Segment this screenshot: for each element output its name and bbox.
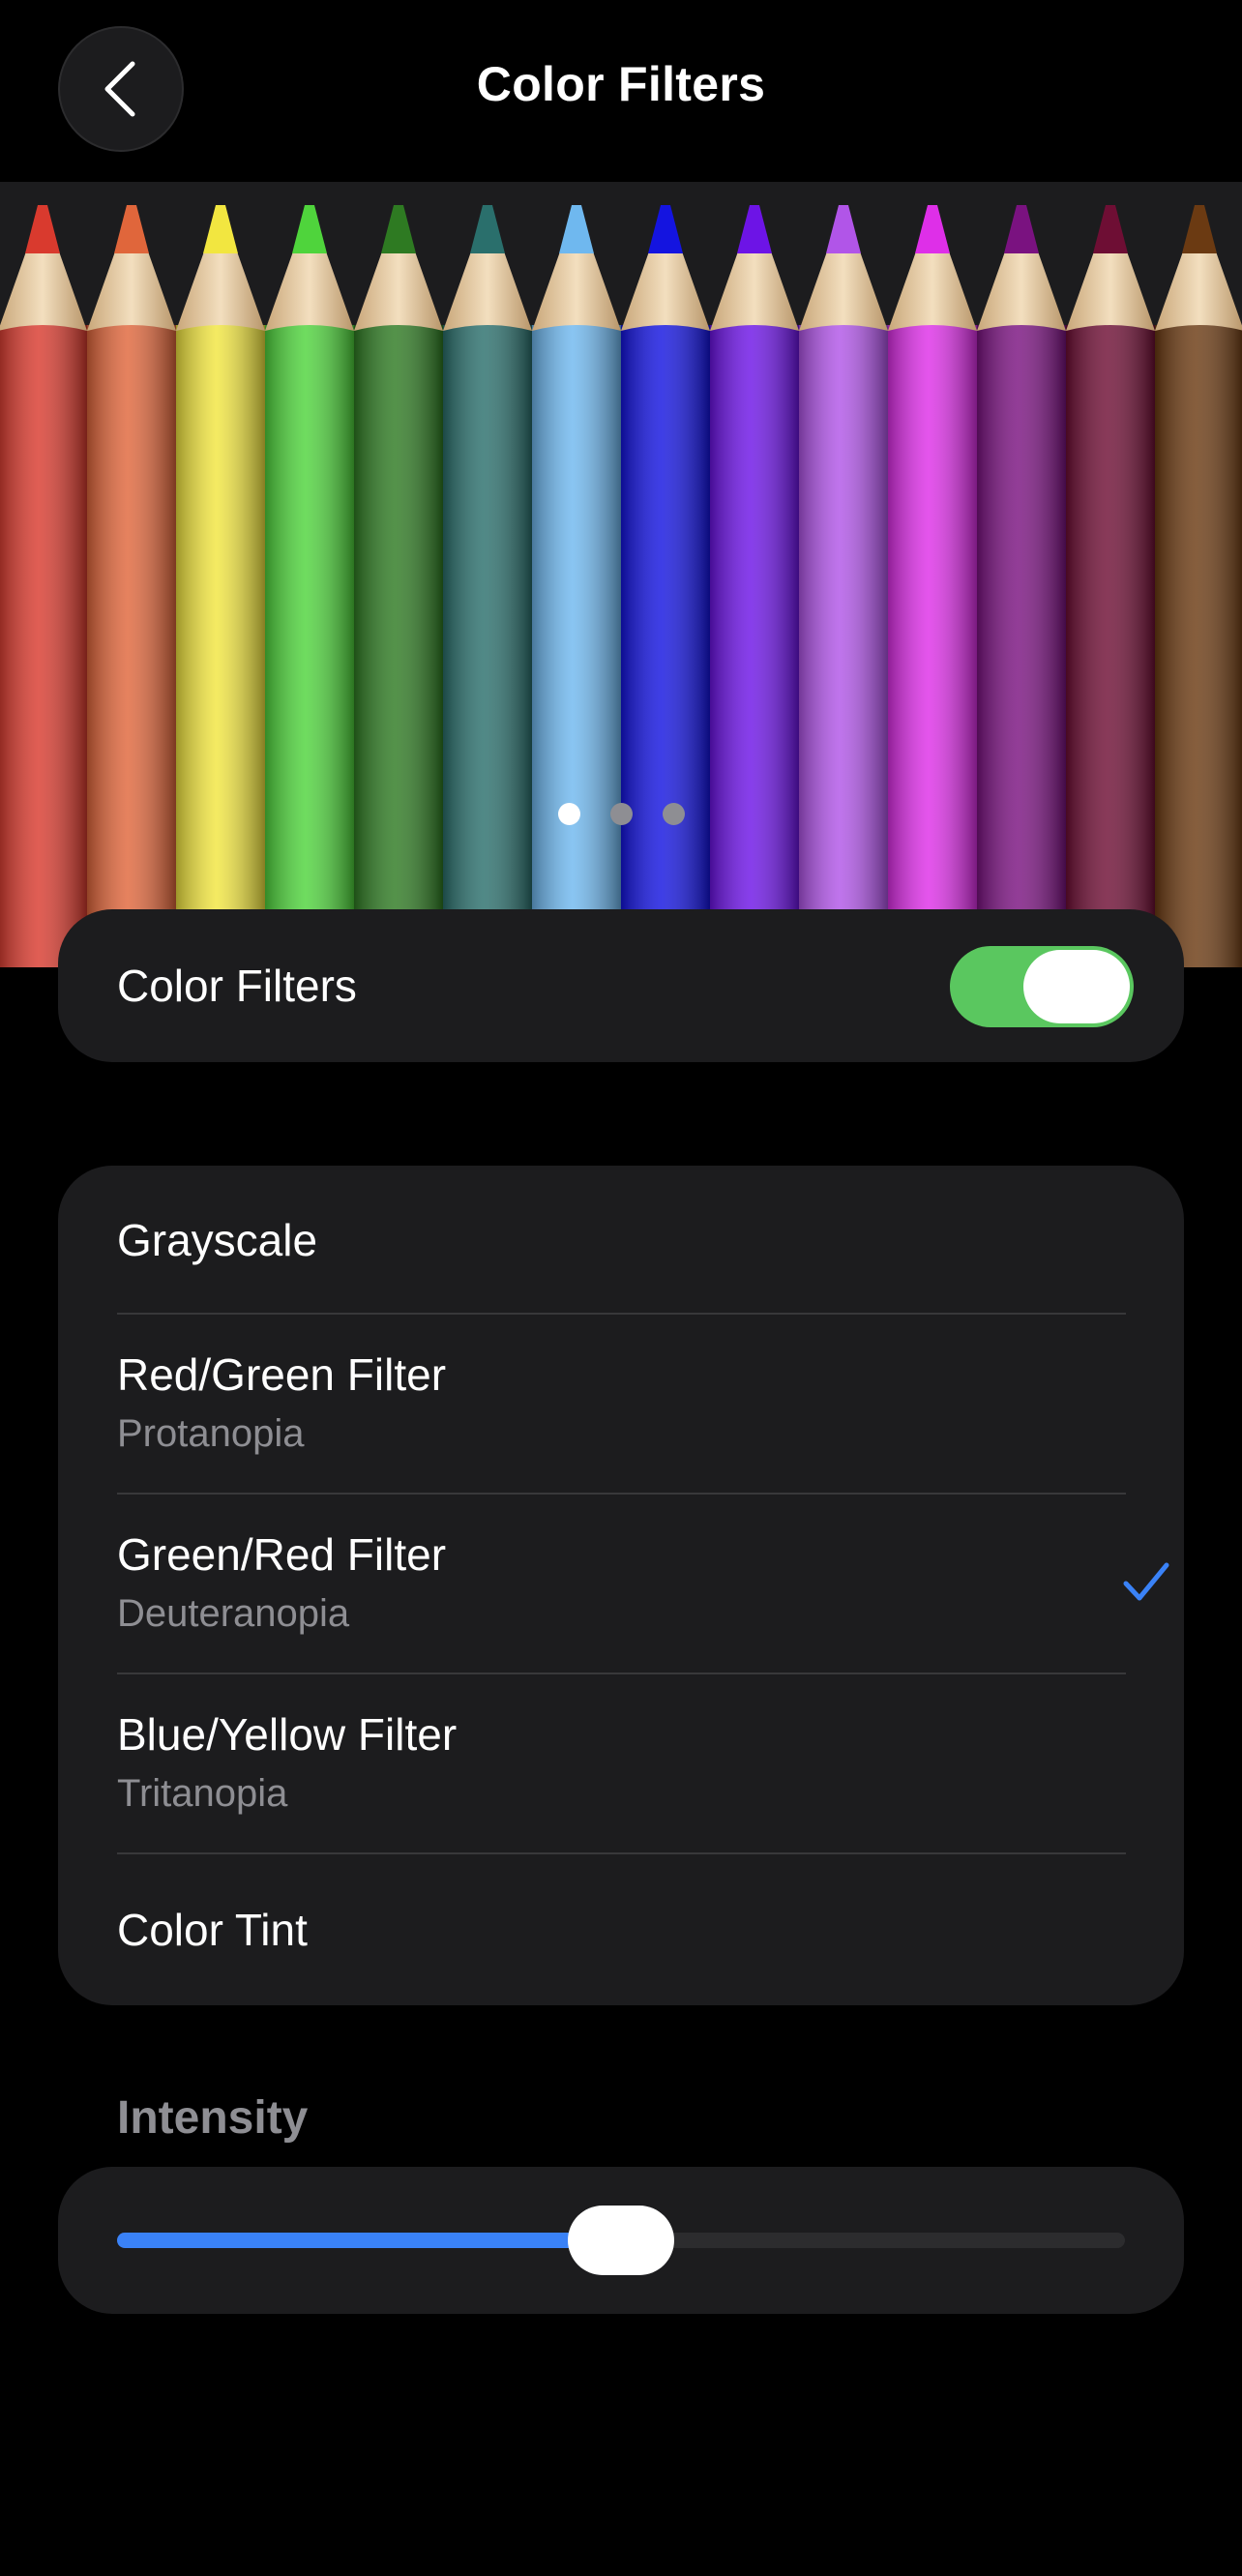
- slider-fill: [117, 2233, 621, 2248]
- preview-banner[interactable]: [0, 182, 1242, 967]
- filter-option-green-red[interactable]: Green/Red Filter Deuteranopia: [58, 1494, 1184, 1673]
- switch-knob: [1023, 950, 1130, 1023]
- intensity-header: Intensity: [117, 2092, 309, 2144]
- pencil: [888, 205, 977, 967]
- color-filters-toggle-row: Color Filters: [58, 909, 1184, 1062]
- pencil: [1155, 205, 1242, 967]
- page-dot[interactable]: [609, 803, 633, 825]
- pencil: [621, 205, 710, 967]
- checkmark-icon: [1123, 1562, 1169, 1601]
- filter-subtitle: Deuteranopia: [117, 1592, 350, 1635]
- filter-title: Color Tint: [117, 1905, 308, 1955]
- filter-title: Green/Red Filter: [117, 1529, 447, 1580]
- pencil: [1066, 205, 1155, 967]
- filter-option-red-green[interactable]: Red/Green Filter Protanopia: [58, 1314, 1184, 1494]
- pencil: [87, 205, 176, 967]
- filter-title: Grayscale: [117, 1215, 318, 1265]
- intensity-slider-card: [58, 2167, 1184, 2314]
- page-dot[interactable]: [662, 803, 685, 825]
- colored-pencils-illustration: [0, 205, 1242, 967]
- filter-subtitle: Tritanopia: [117, 1772, 288, 1815]
- pencil: [354, 205, 443, 967]
- pencil: [176, 205, 265, 967]
- filter-option-color-tint[interactable]: Color Tint: [58, 1853, 1184, 2005]
- filter-option-blue-yellow[interactable]: Blue/Yellow Filter Tritanopia: [58, 1673, 1184, 1853]
- filter-list: Grayscale Red/Green Filter Protanopia Gr…: [58, 1166, 1184, 2005]
- filter-title: Blue/Yellow Filter: [117, 1709, 458, 1760]
- slider-thumb[interactable]: [568, 2206, 674, 2275]
- pencil: [443, 205, 532, 967]
- page-dot[interactable]: [557, 803, 580, 825]
- page-title: Color Filters: [476, 57, 766, 111]
- pencil: [799, 205, 888, 967]
- color-filters-switch[interactable]: [950, 946, 1134, 1027]
- pencil: [0, 205, 87, 967]
- page-indicator[interactable]: [0, 803, 1242, 825]
- intensity-slider[interactable]: [117, 2206, 1125, 2275]
- navigation-bar: Color Filters: [0, 0, 1242, 182]
- pencil: [710, 205, 799, 967]
- pencil: [532, 205, 621, 967]
- filter-option-grayscale[interactable]: Grayscale: [58, 1166, 1184, 1314]
- toggle-label: Color Filters: [117, 961, 357, 1011]
- filter-subtitle: Protanopia: [117, 1412, 305, 1455]
- pencil: [977, 205, 1066, 967]
- pencil: [265, 205, 354, 967]
- filter-title: Red/Green Filter: [117, 1349, 447, 1400]
